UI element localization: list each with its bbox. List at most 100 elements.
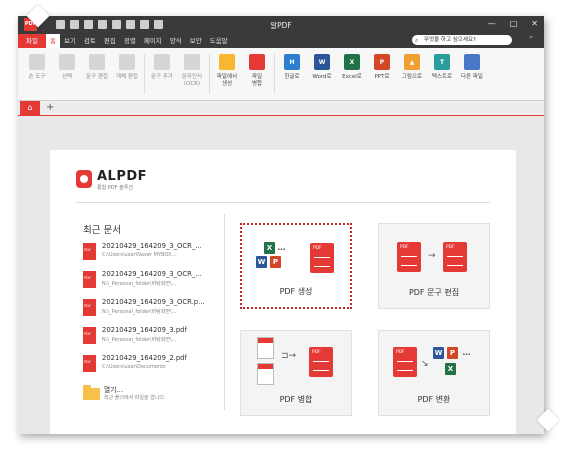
menu-file[interactable]: 파일 <box>18 34 46 48</box>
title-bar: PDF 알PDF — □ ✕ <box>18 16 544 34</box>
folder-icon[interactable] <box>83 385 100 400</box>
menu-home[interactable]: 홈 <box>45 34 60 48</box>
more-icon: … <box>277 243 286 252</box>
brand-subtitle: 통합 PDF 솔루션 <box>97 185 133 191</box>
to-image-button[interactable]: ▲ 그림으로 <box>400 48 424 100</box>
create-from-file-button[interactable]: 파일에서 생성 <box>215 48 239 100</box>
to-hwp-button[interactable]: H 한글로 <box>280 48 304 100</box>
new-tab-button[interactable]: + <box>46 101 54 115</box>
create-pdf-label: PDF 생성 <box>279 287 313 296</box>
pdf-file-icon <box>83 355 96 372</box>
image-icon: ▲ <box>404 54 420 70</box>
folder-icon <box>219 54 235 70</box>
ocr-icon <box>184 54 200 70</box>
excel-icon: X <box>445 363 456 375</box>
workspace: ALPDF 통합 PDF 솔루션 최근 문서 20210429_164209_3… <box>18 116 544 434</box>
alpdf-logo-icon <box>76 170 92 188</box>
pdf-file-icon <box>83 271 96 288</box>
menu-security[interactable]: 보안 <box>186 34 206 48</box>
hwp-icon: H <box>284 54 300 70</box>
search-input[interactable]: ⌕ 무엇을 하고 싶으세요? <box>412 35 512 45</box>
ribbon-separator <box>144 54 145 94</box>
brand-title: ALPDF <box>97 169 148 184</box>
merge-pdf-label: PDF 병합 <box>279 395 313 404</box>
to-text-button[interactable]: T 텍스트로 <box>430 48 454 100</box>
arrow-right-icon: → <box>428 251 436 261</box>
ribbon: 손 도구 선택 문구 편집 개체 편집 문구 추가 문자인식 (OCR) 파일에… <box>18 48 544 101</box>
menu-view[interactable]: 보기 <box>60 34 80 48</box>
to-other-file-button[interactable]: 다른 파일 <box>460 48 484 100</box>
excel-icon: X <box>264 242 275 254</box>
to-word-button[interactable]: W Word로 <box>310 48 334 100</box>
pdf-doc-icon <box>393 347 417 377</box>
merge-pdf-card[interactable]: ⊐→ PDF 병합 <box>240 330 352 416</box>
arrow-down-right-icon: ↘ <box>421 359 429 369</box>
text-icon: T <box>434 54 450 70</box>
home-tab[interactable]: ⌂ <box>20 101 40 115</box>
pdf-file-icon <box>83 243 96 260</box>
menu-bar: 파일 홈 보기 검토 편집 정렬 페이지 양식 보안 도움말 ⌕ 무엇을 하고 … <box>18 34 544 48</box>
maximize-button[interactable]: □ <box>510 19 518 28</box>
ocr-button[interactable]: 문자인식 (OCR) <box>180 48 204 100</box>
menu-help[interactable]: 도움말 <box>206 34 232 48</box>
window-controls: — □ ✕ <box>488 19 538 28</box>
pdf-doc-icon <box>309 347 333 377</box>
minimize-button[interactable]: — <box>488 19 496 28</box>
to-excel-button[interactable]: X Excel로 <box>340 48 364 100</box>
search-placeholder: 무엇을 하고 싶으세요? <box>424 37 476 43</box>
ppt-icon: P <box>270 256 281 268</box>
hand-icon <box>29 54 45 70</box>
window-title: 알PDF <box>270 21 292 30</box>
word-icon: W <box>433 347 444 359</box>
menu-form[interactable]: 양식 <box>166 34 186 48</box>
convert-pdf-label: PDF 변환 <box>417 395 451 404</box>
pdf-doc-icon <box>397 242 421 272</box>
convert-pdf-card[interactable]: ↘ W P X … PDF 변환 <box>378 330 490 416</box>
more-icon: … <box>462 348 471 357</box>
start-page: ALPDF 통합 PDF 솔루션 최근 문서 20210429_164209_3… <box>50 150 516 434</box>
text-edit-icon <box>89 54 105 70</box>
ribbon-separator <box>209 54 210 94</box>
close-button[interactable]: ✕ <box>531 19 538 28</box>
word-icon: W <box>314 54 330 70</box>
app-window: PDF 알PDF — □ ✕ 파일 홈 보기 검토 편집 정렬 페이지 양식 보… <box>18 16 544 434</box>
merge-files-button[interactable]: 파일 병합 <box>245 48 269 100</box>
merge-arrow-icon: ⊐→ <box>281 351 297 361</box>
pdf-doc-icon <box>443 242 467 272</box>
text-edit-button[interactable]: 문구 편집 <box>85 48 109 100</box>
object-edit-button[interactable]: 개체 편집 <box>115 48 139 100</box>
edit-pdf-card[interactable]: → PDF 문구 편집 <box>378 223 490 309</box>
pdf-file-icon <box>83 299 96 316</box>
menu-arrange[interactable]: 정렬 <box>120 34 140 48</box>
menu-page[interactable]: 페이지 <box>140 34 166 48</box>
merge-icon <box>249 54 265 70</box>
search-icon: ⌕ <box>415 37 419 44</box>
to-ppt-button[interactable]: P PPT로 <box>370 48 394 100</box>
divider <box>76 202 490 203</box>
divider <box>224 214 225 410</box>
ppt-icon: P <box>374 54 390 70</box>
other-file-icon <box>464 54 480 70</box>
collapse-ribbon-icon[interactable]: ⌃ <box>528 35 534 43</box>
add-text-button[interactable]: 문구 추가 <box>150 48 174 100</box>
select-icon <box>59 54 75 70</box>
document-tab-bar: ⌂ + <box>18 101 544 117</box>
edit-pdf-label: PDF 문구 편집 <box>408 288 460 297</box>
ppt-icon: P <box>447 347 458 359</box>
home-icon: ⌂ <box>27 103 33 112</box>
page-icon <box>257 363 274 385</box>
recent-docs-title: 최근 문서 <box>83 225 121 236</box>
menu-edit[interactable]: 편집 <box>100 34 120 48</box>
pdf-doc-icon <box>310 243 334 273</box>
add-text-icon <box>154 54 170 70</box>
open-file-link[interactable]: 열기... <box>104 384 123 394</box>
create-pdf-card[interactable]: X W P … PDF 생성 <box>240 223 352 309</box>
word-icon: W <box>256 256 267 268</box>
open-file-hint: 최근 폴더에서 파일을 엽니다. <box>104 395 166 401</box>
menu-review[interactable]: 검토 <box>80 34 100 48</box>
hand-tool-button[interactable]: 손 도구 <box>25 48 49 100</box>
object-edit-icon <box>119 54 135 70</box>
pdf-file-icon <box>83 327 96 344</box>
select-button[interactable]: 선택 <box>55 48 79 100</box>
page-icon <box>257 337 274 359</box>
